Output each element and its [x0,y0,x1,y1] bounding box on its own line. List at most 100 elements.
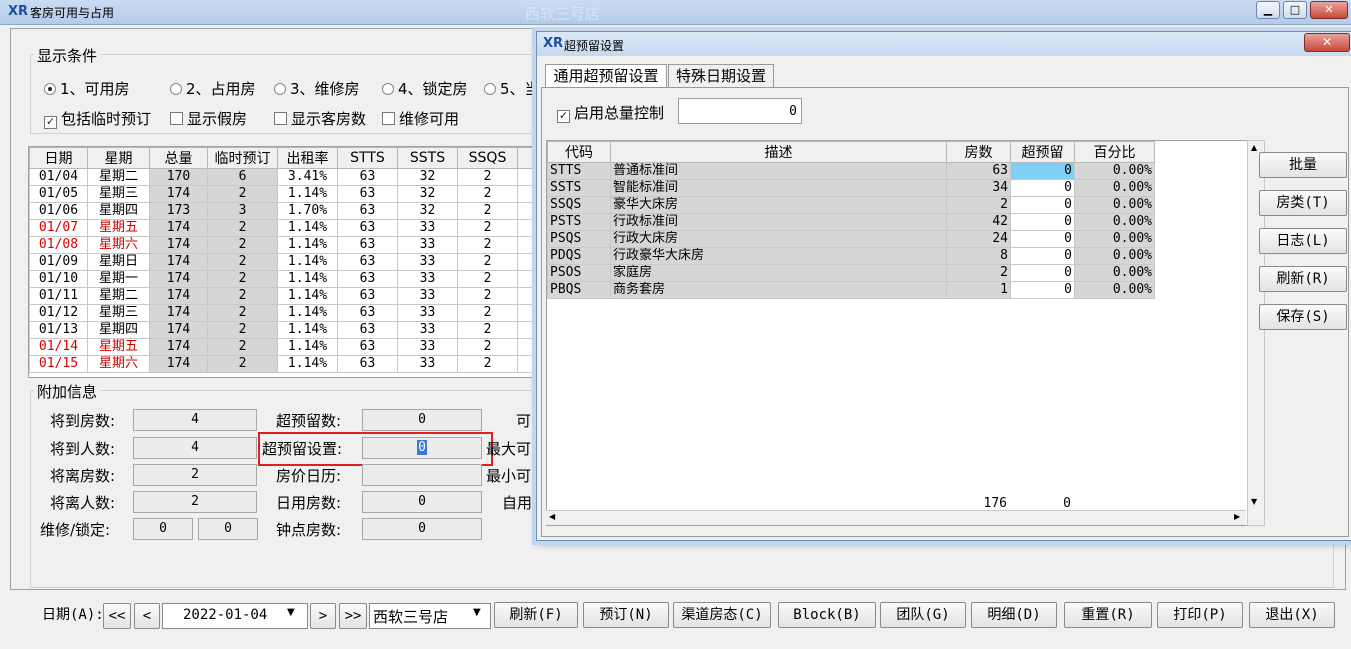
col-header-code[interactable]: 代码 [547,141,611,163]
minimize-button[interactable]: ▁ [1256,1,1280,19]
overbook-input-cell[interactable]: 0 [1010,213,1075,231]
log-button[interactable]: 日志(L) [1259,228,1347,254]
save-button[interactable]: 保存(S) [1259,304,1347,330]
scroll-up-icon[interactable]: ▲ [1251,143,1257,152]
dialog-refresh-button[interactable]: 刷新(R) [1259,266,1347,292]
scroll-right-icon[interactable]: ▶ [1234,512,1240,521]
table-row[interactable]: 01/14 星期五 174 2 1.14% 63 33 2 [29,338,539,356]
stts-cell: 63 [337,338,398,356]
col-header-stts[interactable]: STTS [337,147,398,169]
weekday-cell: 星期三 [87,304,150,322]
group-button[interactable]: 团队(G) [880,602,966,628]
checkbox-enable-total-control[interactable]: ✓ 启用总量控制 [557,102,664,123]
refresh-button[interactable]: 刷新(F) [494,602,578,628]
col-header-temp-booking[interactable]: 临时预订 [207,147,278,169]
overbook-row[interactable]: SSTS 智能标准间 34 0 0.00% [547,179,1155,197]
overbook-row[interactable]: PDQS 行政豪华大床房 8 0 0.00% [547,247,1155,265]
overbook-row[interactable]: PSQS 行政大床房 24 0 0.00% [547,230,1155,248]
overbook-input-cell[interactable]: 0 [1010,264,1075,282]
overbook-input-cell[interactable]: 0 [1010,196,1075,214]
table-row[interactable]: 01/04 星期二 170 6 3.41% 63 32 2 [29,168,539,186]
overbook-row[interactable]: STTS 普通标准间 63 0 0.00% [547,162,1155,180]
price-calendar-field[interactable] [362,464,482,486]
display-conditions-title: 显示条件 [34,45,101,66]
print-button[interactable]: 打印(P) [1157,602,1243,628]
overbook-row[interactable]: PSTS 行政标准间 42 0 0.00% [547,213,1155,231]
detail-button[interactable]: 明细(D) [971,602,1057,628]
radio-occupied-rooms[interactable]: 2、占用房 [170,78,256,99]
block-button[interactable]: Block(B) [778,602,876,628]
overbook-input-cell[interactable]: 0 [1010,281,1075,299]
overbook-row[interactable]: PBQS 商务套房 1 0 0.00% [547,281,1155,299]
radio-maintenance-rooms[interactable]: 3、维修房 [274,78,360,99]
table-row[interactable]: 01/08 星期六 174 2 1.14% 63 33 2 [29,236,539,254]
overbook-row[interactable]: SSQS 豪华大床房 2 0 0.00% [547,196,1155,214]
hotel-select[interactable]: 西软三号店 ▼ [369,603,491,629]
total-cell: 174 [149,236,208,254]
col-header-rooms[interactable]: 房数 [946,141,1011,163]
room-desc-cell: 行政豪华大床房 [610,247,947,265]
dialog-close-button[interactable]: ✕ [1304,33,1350,52]
table-row[interactable]: 01/10 星期一 174 2 1.14% 63 33 2 [29,270,539,288]
table-row[interactable]: 01/11 星期二 174 2 1.14% 63 33 2 [29,287,539,305]
col-header-overbook[interactable]: 超预留 [1010,141,1075,163]
main-close-button[interactable]: ✕ [1310,1,1348,19]
tab-special-dates[interactable]: 特殊日期设置 [668,64,774,88]
col-header-date[interactable]: 日期 [29,147,88,169]
radio-locked-rooms[interactable]: 4、锁定房 [382,78,468,99]
radio-current[interactable]: 5、当 [484,78,540,99]
overbook-row[interactable]: PSOS 家庭房 2 0 0.00% [547,264,1155,282]
temp-booking-cell: 2 [207,287,278,305]
checkbox-show-room-count[interactable]: 显示客房数 [274,108,366,129]
hourly-rooms-label: 钟点房数: [276,521,342,539]
reset-button[interactable]: 重置(R) [1064,602,1152,628]
col-header-occupancy-rate[interactable]: 出租率 [277,147,338,169]
ssqs-cell: 2 [457,219,518,237]
col-header-total[interactable]: 总量 [149,147,208,169]
table-row[interactable]: 01/07 星期五 174 2 1.14% 63 33 2 [29,219,539,237]
room-type-button[interactable]: 房类(T) [1259,190,1347,216]
checkbox-show-fake-rooms[interactable]: 显示假房 [170,108,247,129]
col-header-weekday[interactable]: 星期 [87,147,150,169]
maximize-button[interactable]: □ [1283,1,1307,19]
tab-general-overbooking[interactable]: 通用超预留设置 [545,64,667,88]
grid-horizontal-scrollbar[interactable]: ◀ ▶ [546,510,1246,525]
next-date-button[interactable]: > [310,603,336,629]
table-row[interactable]: 01/06 星期四 173 3 1.70% 63 32 2 [29,202,539,220]
last-date-button[interactable]: >> [339,603,367,629]
table-row[interactable]: 01/09 星期日 174 2 1.14% 63 33 2 [29,253,539,271]
first-date-button[interactable]: << [103,603,131,629]
col-header-percent[interactable]: 百分比 [1074,141,1155,163]
radio-available-rooms[interactable]: 1、可用房 [44,78,130,99]
checkbox-include-temp-booking[interactable]: ✓ 包括临时预订 [44,108,151,129]
overbook-input-cell[interactable]: 0 [1010,179,1075,197]
scroll-down-icon[interactable]: ▼ [1251,497,1257,506]
overbook-input-cell[interactable]: 0 [1010,230,1075,248]
total-control-input[interactable]: 0 [678,98,802,124]
temp-booking-cell: 2 [207,355,278,373]
table-row[interactable]: 01/12 星期三 174 2 1.14% 63 33 2 [29,304,539,322]
prev-date-button[interactable]: < [134,603,160,629]
scroll-left-icon[interactable]: ◀ [549,512,555,521]
overbook-input-cell[interactable]: 0 [1010,162,1075,180]
col-header-ssts[interactable]: SSTS [397,147,458,169]
exit-button[interactable]: 退出(X) [1249,602,1335,628]
table-row[interactable]: 01/15 星期六 174 2 1.14% 63 33 2 [29,355,539,373]
channel-status-button[interactable]: 渠道房态(C) [673,602,771,628]
table-row[interactable]: 01/05 星期三 174 2 1.14% 63 32 2 [29,185,539,203]
stts-cell: 63 [337,202,398,220]
temp-booking-cell: 2 [207,304,278,322]
batch-button[interactable]: 批量 [1259,152,1347,178]
arriving-rooms-field: 4 [133,409,257,431]
room-desc-cell: 智能标准间 [610,179,947,197]
booking-button[interactable]: 预订(N) [583,602,669,628]
table-row[interactable]: 01/13 星期四 174 2 1.14% 63 33 2 [29,321,539,339]
col-header-description[interactable]: 描述 [610,141,947,163]
overbooking-table[interactable]: 代码 描述 房数 超预留 百分比 STTS 普通标准间 63 0 0.00% SSTS 智能… [547,141,1155,299]
percent-cell: 0.00% [1074,162,1155,180]
overbook-input-cell[interactable]: 0 [1010,247,1075,265]
availability-table[interactable]: 日期 星期 总量 临时预订 出租率 STTS SSTS SSQS I 01/04… [29,147,539,373]
checkbox-maintenance-available[interactable]: 维修可用 [382,108,459,129]
col-header-ssqs[interactable]: SSQS [457,147,518,169]
date-picker[interactable]: 2022-01-04 ▼ [162,603,308,629]
